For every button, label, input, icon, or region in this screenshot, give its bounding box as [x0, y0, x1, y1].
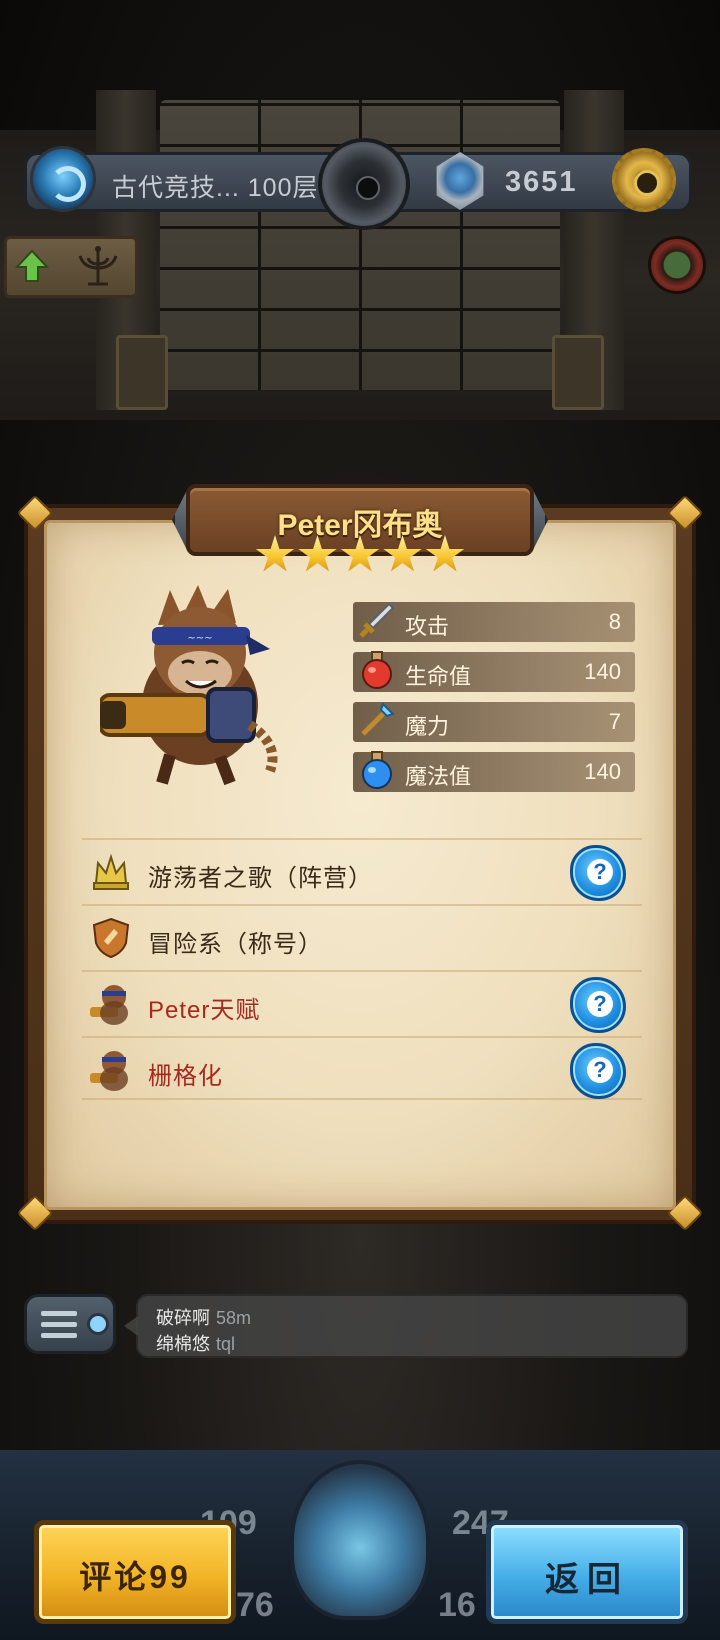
stat-label: 魔力: [405, 714, 450, 739]
chat-text: 58m: [216, 1308, 252, 1328]
chat-user: 破碎啊: [156, 1308, 210, 1328]
enemy-marker-icon[interactable]: [648, 236, 706, 294]
background-number: 76: [236, 1586, 274, 1624]
stat-value: 140: [584, 659, 621, 684]
star-icon: [255, 535, 295, 572]
question-icon: ?: [587, 859, 613, 885]
svg-text:~~~: ~~~: [187, 633, 212, 644]
crown-icon: [93, 853, 129, 890]
portal-icon[interactable]: [30, 146, 96, 212]
help-button[interactable]: ?: [570, 1043, 626, 1099]
menu-line: [41, 1311, 77, 1316]
compass-medallion-icon[interactable]: [318, 138, 410, 230]
chat-toggle-button[interactable]: [24, 1294, 116, 1354]
chat-message: 绵棉悠 tql: [156, 1330, 235, 1356]
chat-text: tql: [216, 1334, 236, 1354]
hero-portrait: ~~~: [100, 585, 278, 785]
blue-potion-icon: [362, 751, 392, 789]
question-icon: ?: [587, 991, 613, 1017]
hero-talent-icon: [90, 985, 128, 1025]
star-rating: [255, 535, 465, 577]
stat-value: 140: [584, 759, 621, 784]
candelabra-icon: [78, 246, 118, 286]
help-button[interactable]: ?: [570, 977, 626, 1033]
comment-button-label: 评论99: [79, 1559, 191, 1595]
menu-line: [41, 1322, 77, 1327]
trait-row-skill[interactable]: 栅格化 ?: [82, 1036, 642, 1100]
stat-label: 攻击: [405, 614, 450, 639]
red-potion-icon: [362, 651, 392, 689]
stat-label: 魔法值: [405, 764, 472, 789]
stat-value: 8: [608, 609, 621, 634]
chat-box[interactable]: 破碎啊 58m 绵棉悠 tql: [124, 1294, 688, 1358]
stat-row-magic-power: 魔力 7: [353, 702, 635, 742]
arrow-up-icon: [14, 249, 50, 282]
back-button-label: 返回: [545, 1561, 629, 1599]
chat-message: 破碎啊 58m: [156, 1304, 251, 1330]
stat-row-attack: 攻击 8: [353, 602, 635, 642]
hero-skill-icon: [90, 1051, 128, 1091]
question-icon: ?: [587, 1057, 613, 1083]
trait-row-title[interactable]: 冒险系（称号）: [82, 904, 642, 968]
star-icon: [298, 535, 337, 572]
stat-value: 7: [608, 709, 621, 734]
chat-user: 绵棉悠: [156, 1334, 210, 1354]
currency-count: 3651: [505, 166, 578, 198]
floor-label: 古代竞技... 100层: [112, 174, 319, 202]
wall-rune-icon: [116, 335, 168, 410]
stat-label: 生命值: [405, 664, 472, 689]
sword-icon: [359, 602, 395, 638]
record-dot-icon: [87, 1313, 109, 1335]
menu-line: [41, 1333, 77, 1338]
star-icon: [383, 535, 422, 572]
trait-label: Peter天赋: [148, 997, 261, 1024]
trait-row-faction[interactable]: 游荡者之歌（阵营） ?: [82, 838, 642, 902]
background-number: 16: [438, 1586, 476, 1624]
gear-icon[interactable]: [612, 148, 676, 212]
game-screen: 古代竞技... 100层 3651 Peter冈布奥 ~~~ 攻击 8 生命值 …: [0, 0, 720, 1640]
shield-badge-icon: [92, 917, 130, 959]
stat-row-hp: 生命值 140: [353, 651, 635, 692]
monster-emblem-icon: [290, 1460, 430, 1620]
help-button[interactable]: ?: [570, 845, 626, 901]
star-icon: [425, 535, 465, 572]
trait-label: 栅格化: [148, 1063, 223, 1090]
staff-icon: [361, 702, 395, 736]
trait-label: 冒险系（称号）: [148, 931, 323, 958]
stat-row-mp: 魔法值 140: [353, 751, 635, 792]
trait-row-talent[interactable]: Peter天赋 ?: [82, 970, 642, 1034]
wall-rune-icon: [552, 335, 604, 410]
star-icon: [340, 535, 380, 572]
trait-label: 游荡者之歌（阵营）: [148, 865, 373, 892]
